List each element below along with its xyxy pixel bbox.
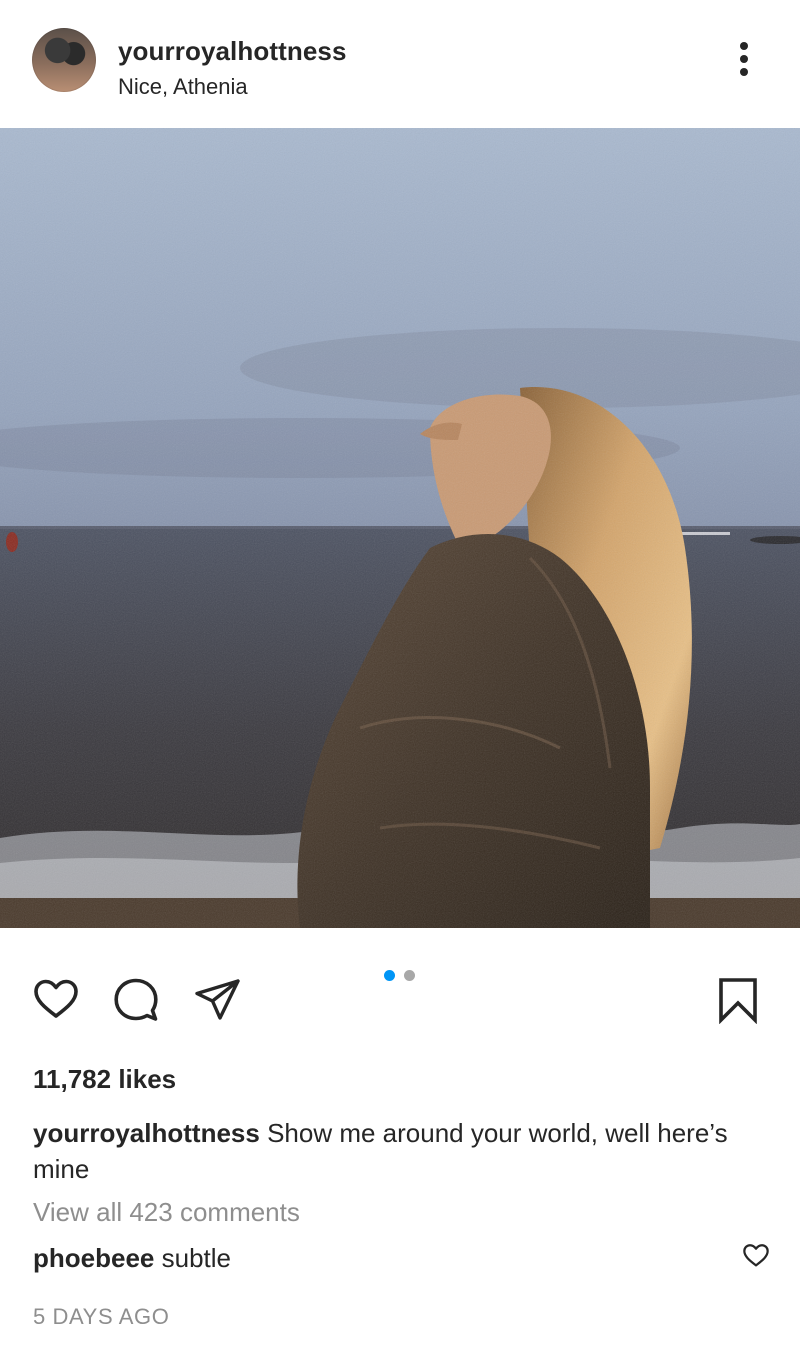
carousel-dot	[404, 970, 415, 981]
post-caption: yourroyalhottness Show me around your wo…	[33, 1115, 753, 1187]
paper-plane-icon[interactable]	[194, 976, 242, 1024]
carousel-dot-active	[384, 970, 395, 981]
post-header: yourroyalhottness Nice, Athenia	[0, 0, 800, 128]
caption-username[interactable]: yourroyalhottness	[33, 1118, 260, 1148]
heart-icon[interactable]	[32, 976, 80, 1024]
post-username[interactable]: yourroyalhottness	[118, 36, 347, 67]
comment-username[interactable]: phoebeee	[33, 1243, 154, 1273]
more-vertical-icon[interactable]	[730, 40, 758, 80]
heart-icon[interactable]	[742, 1242, 770, 1270]
post-location[interactable]: Nice, Athenia	[118, 74, 248, 100]
post-timestamp: 5 DAYS AGO	[33, 1304, 170, 1329]
comment-bubble-icon[interactable]	[112, 976, 160, 1024]
comment-row: phoebeee subtle	[33, 1243, 231, 1274]
avatar[interactable]	[32, 28, 96, 92]
post-photo[interactable]	[0, 128, 800, 928]
carousel-indicator	[384, 970, 424, 982]
likes-count[interactable]: 11,782 likes	[33, 1064, 176, 1095]
bookmark-icon[interactable]	[714, 976, 762, 1024]
view-all-comments-link[interactable]: View all 423 comments	[33, 1197, 300, 1228]
comment-text: subtle	[161, 1243, 231, 1273]
